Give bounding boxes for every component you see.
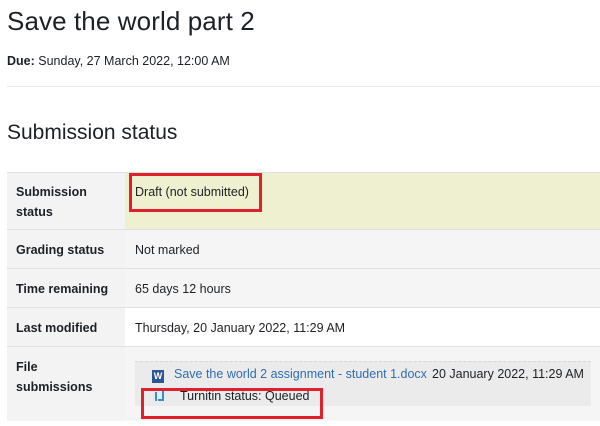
turnitin-status: Turnitin status: Queued [180, 389, 310, 403]
section-title: Submission status [7, 121, 178, 144]
label-line: status [16, 204, 53, 219]
submission-status-value: Draft (not submitted) [135, 184, 249, 199]
divider [7, 86, 600, 87]
row-label: File submissions [7, 347, 125, 421]
turnitin-icon[interactable] [152, 388, 166, 402]
row-label: Submission status [7, 173, 125, 230]
page-title: Save the world part 2 [7, 6, 255, 36]
due-value: Sunday, 27 March 2022, 12:00 AM [38, 54, 230, 68]
row-file-submissions: File submissions W Save the world 2 assi… [7, 346, 600, 421]
word-document-icon: W [152, 370, 164, 383]
label-line: File [16, 360, 38, 374]
row-time-remaining: Time remaining 65 days 12 hours [7, 268, 600, 308]
row-label: Time remaining [7, 269, 125, 308]
due-label: Due: [7, 54, 35, 68]
row-label: Grading status [7, 230, 125, 269]
due-date: Due: Sunday, 27 March 2022, 12:00 AM [7, 54, 230, 68]
file-submission-box: W Save the world 2 assignment - student … [135, 361, 591, 406]
row-submission-status: Submission status Draft (not submitted) [7, 172, 600, 230]
grading-status-value: Not marked [125, 230, 600, 269]
row-grading-status: Grading status Not marked [7, 229, 600, 269]
label-line: Submission [16, 184, 87, 199]
row-label: Last modified [7, 308, 125, 347]
file-date: 20 January 2022, 11:29 AM [432, 367, 584, 381]
time-remaining-value: 65 days 12 hours [125, 269, 600, 308]
label-line: submissions [16, 380, 93, 394]
row-last-modified: Last modified Thursday, 20 January 2022,… [7, 307, 600, 347]
row-value: Draft (not submitted) [125, 173, 600, 230]
file-link[interactable]: Save the world 2 assignment - student 1.… [174, 367, 427, 381]
last-modified-value: Thursday, 20 January 2022, 11:29 AM [135, 320, 346, 335]
